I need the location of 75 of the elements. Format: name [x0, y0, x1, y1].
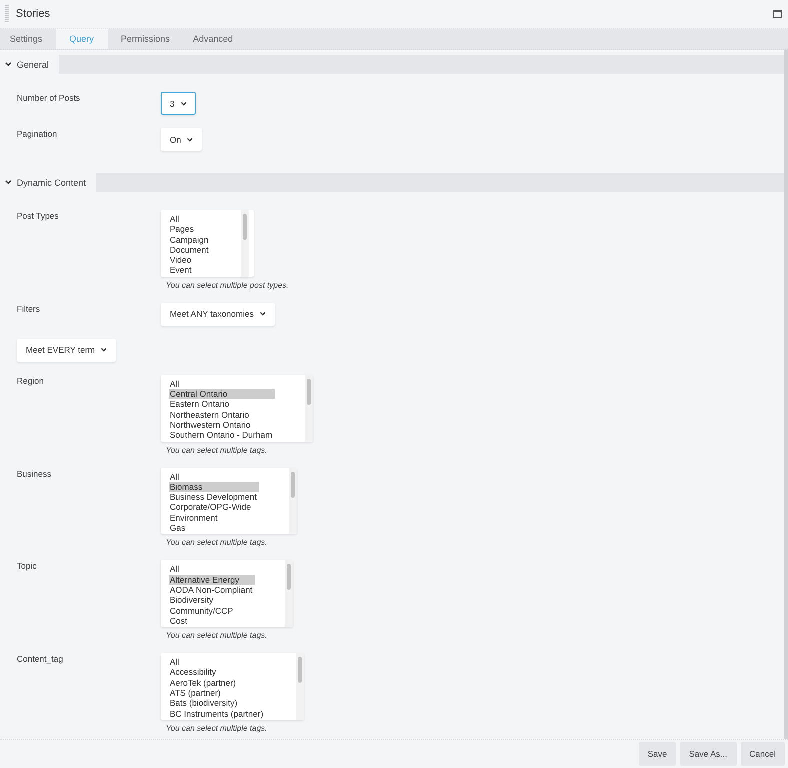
field-label: Region — [17, 374, 45, 386]
multi-select-list[interactable]: All Pages Campaign Document Video Event — [161, 210, 254, 277]
list-option[interactable]: Community/CCP — [169, 606, 255, 616]
section-header[interactable]: Dynamic Content — [0, 173, 96, 192]
caret-icon — [180, 102, 187, 106]
help-text: You can select multiple post types. — [166, 280, 289, 290]
list-option[interactable]: ATS (partner) — [169, 688, 266, 698]
list-option[interactable]: Cost — [169, 616, 255, 626]
field-label: Business — [17, 468, 52, 479]
drag-handle-icon[interactable] — [5, 5, 9, 23]
scrollbar[interactable] — [296, 653, 304, 720]
caret-icon — [101, 348, 108, 352]
list-option[interactable]: Corporate/OPG-Wide — [169, 502, 259, 513]
tab[interactable]: Permissions — [111, 29, 180, 49]
tab[interactable]: Settings — [0, 29, 53, 49]
field-label: Content_tag — [17, 653, 64, 664]
multi-select-list[interactable]: All Accessibility AeroTek (partner) ATS (partner) Bats (biodiversity) BC Instruments (partner) — [161, 653, 304, 720]
list-option[interactable]: Video — [169, 255, 211, 266]
footer-button[interactable]: Save — [638, 742, 676, 766]
list-option[interactable]: AeroTek (partner) — [169, 678, 266, 688]
multi-select-list[interactable]: All Alternative Energy AODA Non-Compliant Biodiversity Community/CCP Cost — [161, 560, 293, 628]
list-option[interactable]: Northwestern Ontario — [169, 420, 275, 430]
list-option[interactable]: Central Ontario — [169, 389, 275, 400]
list-option[interactable]: All — [169, 472, 259, 482]
list-option[interactable]: Southern Ontario - Durham — [169, 430, 275, 441]
field-label: Pagination — [17, 128, 58, 139]
multi-select-list[interactable]: All Biomass Business Development Corporate/OPG-Wide Environment Gas — [161, 468, 297, 534]
field-label: Filters — [17, 302, 42, 314]
dropdown[interactable]: On — [161, 128, 202, 151]
chevron-icon — [5, 62, 12, 67]
dropdown[interactable]: Meet EVERY term — [17, 338, 116, 362]
list-option[interactable]: Business Development — [169, 492, 259, 502]
help-text: You can select multiple tags. — [166, 724, 268, 733]
footer-button[interactable]: Save As... — [680, 742, 737, 766]
window-title: Stories — [16, 8, 52, 20]
list-option[interactable]: Bats (biodiversity) — [169, 698, 266, 709]
tab[interactable]: Advanced — [183, 29, 244, 49]
list-option[interactable]: Campaign — [169, 234, 211, 245]
footer-button[interactable]: Cancel — [740, 742, 785, 766]
list-option[interactable]: Alternative Energy — [169, 574, 255, 585]
field-label: Number of Posts — [17, 92, 82, 103]
dropdown[interactable]: Meet ANY taxonomies — [161, 302, 275, 326]
multi-select-list[interactable]: All Central Ontario Eastern Ontario Northeastern Ontario Northwestern Ontario Southern Ontario - Durham — [161, 374, 313, 442]
list-option[interactable]: All — [169, 214, 211, 224]
list-option[interactable]: Eastern Ontario — [169, 399, 275, 410]
dropdown[interactable]: 3 — [161, 92, 196, 115]
list-option[interactable]: Gas — [169, 523, 259, 534]
list-option[interactable]: Biodiversity — [169, 595, 255, 606]
list-option[interactable]: All — [169, 657, 266, 668]
field-label: Post Types — [17, 210, 60, 221]
chevron-icon — [5, 180, 12, 185]
list-option[interactable]: BC Instruments (partner) — [169, 708, 266, 719]
list-option[interactable]: Biomass — [169, 482, 259, 492]
scrollbar[interactable] — [288, 468, 297, 534]
list-option[interactable]: Environment — [169, 512, 259, 524]
list-option[interactable]: All — [169, 564, 255, 575]
scrollbar[interactable] — [304, 374, 313, 442]
list-option[interactable]: AODA Non-Compliant — [169, 584, 255, 596]
window-icon[interactable] — [773, 10, 782, 18]
list-option[interactable]: All — [169, 378, 275, 390]
help-text: You can select multiple tags. — [166, 446, 268, 455]
list-option[interactable]: Pages — [169, 224, 211, 235]
scrollbar[interactable] — [784, 50, 788, 739]
caret-icon — [260, 312, 266, 316]
help-text: You can select multiple tags. — [166, 631, 268, 640]
help-text: You can select multiple tags. — [166, 538, 268, 548]
list-option[interactable]: Northeastern Ontario — [169, 410, 275, 420]
scrollbar[interactable] — [240, 210, 249, 277]
field-label: Topic — [17, 560, 38, 572]
caret-icon — [187, 138, 194, 142]
section-header[interactable]: General — [0, 55, 60, 74]
scrollbar[interactable] — [284, 560, 293, 628]
list-option[interactable]: Document — [169, 244, 211, 256]
list-option[interactable]: Event — [169, 265, 211, 276]
list-option[interactable]: Accessibility — [169, 667, 266, 678]
